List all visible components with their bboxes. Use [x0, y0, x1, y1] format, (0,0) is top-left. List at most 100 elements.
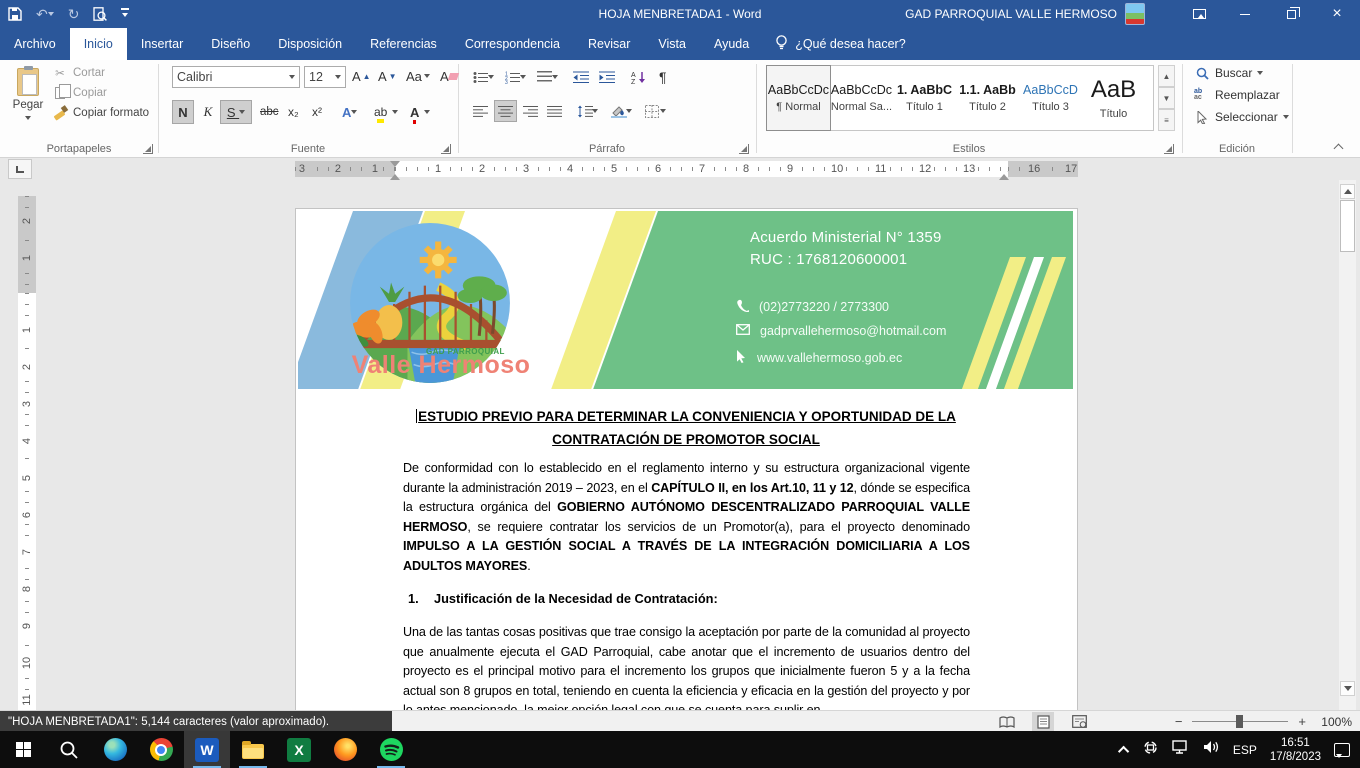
font-name-combo[interactable]: Calibri	[172, 66, 300, 88]
taskbar-chrome[interactable]	[138, 731, 184, 768]
tab-vista[interactable]: Vista	[644, 28, 700, 60]
hruler-text-area[interactable]: 1234567891011121314	[395, 161, 1008, 177]
taskbar-spotify[interactable]	[368, 731, 414, 768]
align-right-button[interactable]	[520, 100, 541, 122]
tab-inicio[interactable]: Inicio	[70, 28, 127, 60]
web-layout-icon[interactable]	[1068, 712, 1090, 731]
text-effects-button[interactable]: A	[338, 100, 361, 124]
redo-icon[interactable]: ↻	[68, 7, 80, 21]
replace-button[interactable]: abacReemplazar	[1194, 88, 1289, 102]
vertical-scrollbar[interactable]	[1339, 180, 1356, 710]
tab-diseno[interactable]: Diseño	[197, 28, 264, 60]
justify-button[interactable]	[544, 100, 565, 122]
subscript-button[interactable]: x₂	[284, 100, 303, 124]
copy-button[interactable]: Copiar	[52, 87, 149, 99]
styles-more-icon[interactable]: ≡	[1158, 109, 1175, 131]
taskbar-search[interactable]	[46, 731, 92, 768]
style-titulo-1[interactable]: 1. AaBbCTítulo 1	[893, 66, 956, 130]
borders-button[interactable]	[642, 100, 669, 122]
hidden-icons-chevron-icon[interactable]	[1118, 745, 1129, 756]
select-button[interactable]: Seleccionar	[1194, 110, 1289, 124]
bold-button[interactable]: N	[172, 100, 194, 124]
font-color-button[interactable]: A	[406, 100, 434, 124]
hruler-right-margin[interactable]: 16 17	[1008, 161, 1078, 177]
language-indicator[interactable]: ESP	[1233, 743, 1257, 757]
taskbar-explorer[interactable]	[230, 731, 276, 768]
shrink-font-button[interactable]: A▼	[378, 64, 397, 88]
print-layout-icon[interactable]	[1032, 712, 1054, 731]
restore-icon[interactable]	[1268, 0, 1314, 28]
start-button[interactable]	[0, 731, 46, 768]
font-dialog-launcher-icon[interactable]	[441, 144, 451, 154]
read-mode-icon[interactable]	[996, 712, 1018, 731]
taskbar-firefox[interactable]	[322, 731, 368, 768]
font-size-combo[interactable]: 12	[304, 66, 346, 88]
sort-button[interactable]: AZ	[628, 66, 650, 88]
change-case-button[interactable]: Aa	[406, 64, 430, 88]
document-page[interactable]: GAD PARROQUIAL Valle Hermoso Acuerdo Min…	[295, 208, 1078, 710]
ribbon-display-options-icon[interactable]	[1176, 0, 1222, 28]
clipboard-dialog-launcher-icon[interactable]	[143, 144, 153, 154]
zoom-level[interactable]: 100%	[1316, 715, 1352, 729]
customize-qat-icon[interactable]	[121, 8, 129, 20]
hruler-left-margin[interactable]: 3 2 1	[295, 161, 395, 177]
save-icon[interactable]	[8, 7, 22, 21]
style-normal-sa[interactable]: AaBbCcDcNormal Sa...	[830, 66, 893, 130]
scroll-down-icon[interactable]	[1340, 681, 1355, 696]
document-area[interactable]: 2 1 1234567891011	[0, 180, 1360, 710]
zoom-in-icon[interactable]: +	[1298, 714, 1306, 729]
numbering-button[interactable]: 123	[502, 66, 529, 88]
italic-button[interactable]: K	[198, 100, 218, 124]
network-tray-icon[interactable]	[1172, 740, 1190, 759]
styles-scroll-up-icon[interactable]: ▲	[1158, 65, 1175, 87]
action-center-icon[interactable]	[1334, 743, 1350, 757]
account-area[interactable]: GAD PARROQUIAL VALLE HERMOSO	[905, 0, 1145, 28]
align-left-button[interactable]	[470, 100, 491, 122]
print-preview-icon[interactable]	[93, 7, 107, 21]
scrollbar-thumb[interactable]	[1340, 200, 1355, 252]
right-indent-marker[interactable]	[999, 169, 1009, 180]
volume-tray-icon[interactable]	[1203, 740, 1220, 759]
style-titulo[interactable]: AaBTítulo	[1082, 66, 1145, 130]
account-avatar[interactable]	[1125, 3, 1145, 25]
vruler[interactable]: 2 1 1234567891011	[18, 196, 36, 710]
bullets-button[interactable]	[470, 66, 497, 88]
pilcrow-button[interactable]: ¶	[656, 66, 670, 88]
tab-disposicion[interactable]: Disposición	[264, 28, 356, 60]
hanging-indent-marker[interactable]	[390, 169, 400, 180]
zoom-slider[interactable]	[1192, 721, 1288, 722]
undo-icon[interactable]: ↶	[36, 7, 54, 21]
grow-font-button[interactable]: A▲	[352, 64, 371, 88]
styles-dialog-launcher-icon[interactable]	[1164, 144, 1174, 154]
format-painter-button[interactable]: Copiar formato	[52, 106, 149, 120]
zoom-slider-thumb[interactable]	[1236, 715, 1243, 728]
paste-button[interactable]: Pegar	[8, 64, 48, 142]
highlight-button[interactable]: ab	[370, 100, 402, 124]
paste-dropdown-icon[interactable]	[25, 116, 31, 123]
shading-button[interactable]	[608, 100, 635, 122]
taskbar-word[interactable]: W	[184, 731, 230, 768]
style-titulo-3[interactable]: AaBbCcDTítulo 3	[1019, 66, 1082, 130]
tab-archivo[interactable]: Archivo	[0, 28, 70, 60]
increase-indent-button[interactable]	[596, 66, 617, 88]
tab-referencias[interactable]: Referencias	[356, 28, 451, 60]
cast-tray-icon[interactable]	[1142, 740, 1159, 760]
clear-formatting-button[interactable]: A	[440, 64, 458, 88]
close-icon[interactable]: ×	[1314, 0, 1360, 28]
minimize-icon[interactable]	[1222, 0, 1268, 28]
tab-correspondencia[interactable]: Correspondencia	[451, 28, 574, 60]
tab-stop-selector[interactable]	[8, 159, 32, 179]
underline-button[interactable]: S	[220, 100, 252, 124]
style-normal[interactable]: AaBbCcDc¶ Normal	[767, 66, 830, 130]
tab-revisar[interactable]: Revisar	[574, 28, 644, 60]
clock[interactable]: 16:5117/8/2023	[1270, 736, 1321, 764]
multilevel-list-button[interactable]	[534, 66, 561, 88]
zoom-out-icon[interactable]: −	[1175, 714, 1183, 729]
superscript-button[interactable]: x²	[308, 100, 326, 124]
collapse-ribbon-icon[interactable]	[1335, 145, 1345, 151]
tab-insertar[interactable]: Insertar	[127, 28, 197, 60]
taskbar-edge[interactable]	[92, 731, 138, 768]
decrease-indent-button[interactable]	[570, 66, 591, 88]
status-info[interactable]: "HOJA MENBRETADA1": 5,144 caracteres (va…	[0, 711, 392, 732]
find-button[interactable]: Buscar	[1194, 66, 1289, 80]
